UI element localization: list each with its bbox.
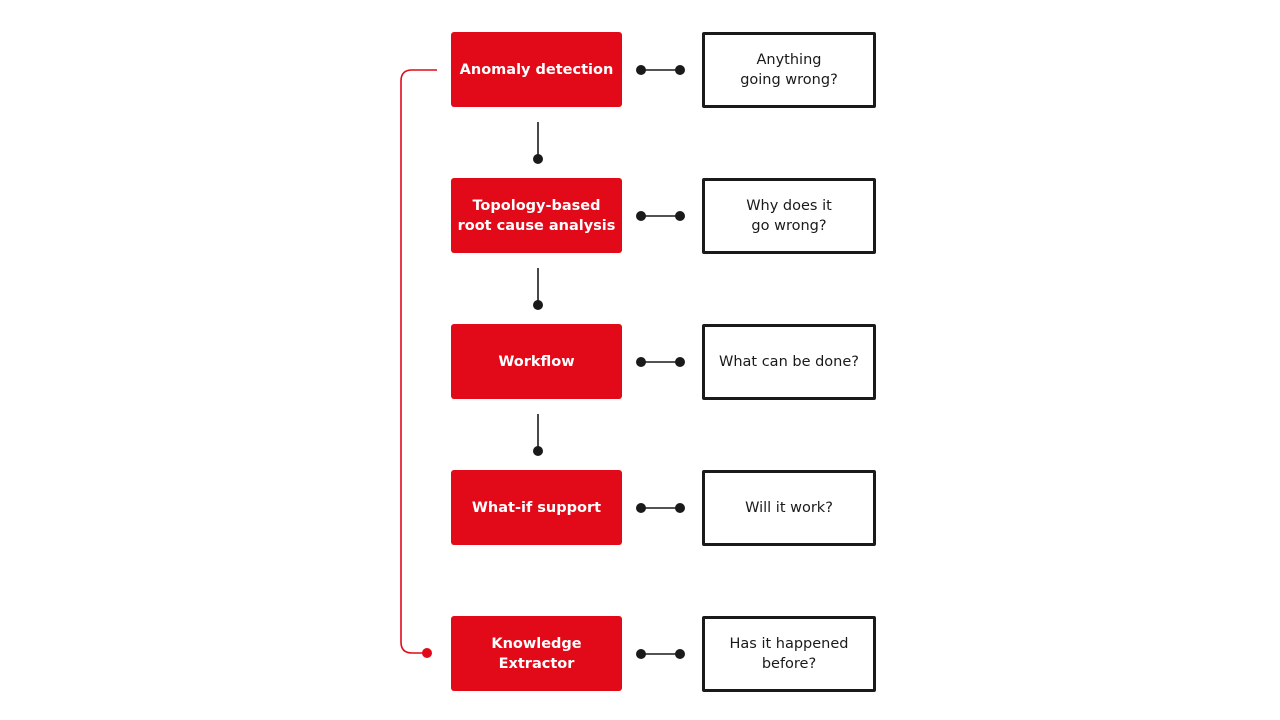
question-box: Has it happened before? xyxy=(702,616,876,692)
step-box: What-if support xyxy=(451,470,622,545)
question-box: Why does it go wrong? xyxy=(702,178,876,254)
feedback-loop-end-dot xyxy=(422,648,432,658)
question-box: Anything going wrong? xyxy=(702,32,876,108)
question-box: What can be done? xyxy=(702,324,876,400)
feedback-loop-line xyxy=(400,69,437,654)
step-box: Topology-based root cause analysis xyxy=(451,178,622,253)
connector-dot xyxy=(675,357,685,367)
flow-connector-dot xyxy=(533,446,543,456)
connectors-layer xyxy=(400,65,685,659)
connector-dot xyxy=(675,503,685,513)
step-box: Anomaly detection xyxy=(451,32,622,107)
step-box: Workflow xyxy=(451,324,622,399)
connector-dot xyxy=(675,65,685,75)
connector-dot xyxy=(675,649,685,659)
step-box: Knowledge Extractor xyxy=(451,616,622,691)
connector-dot xyxy=(636,357,646,367)
flow-connector-dot xyxy=(533,154,543,164)
question-box: Will it work? xyxy=(702,470,876,546)
flow-connector-dot xyxy=(533,300,543,310)
connector-dot xyxy=(636,649,646,659)
connector-dot xyxy=(675,211,685,221)
connector-dot xyxy=(636,211,646,221)
connector-dot xyxy=(636,503,646,513)
connector-dot xyxy=(636,65,646,75)
